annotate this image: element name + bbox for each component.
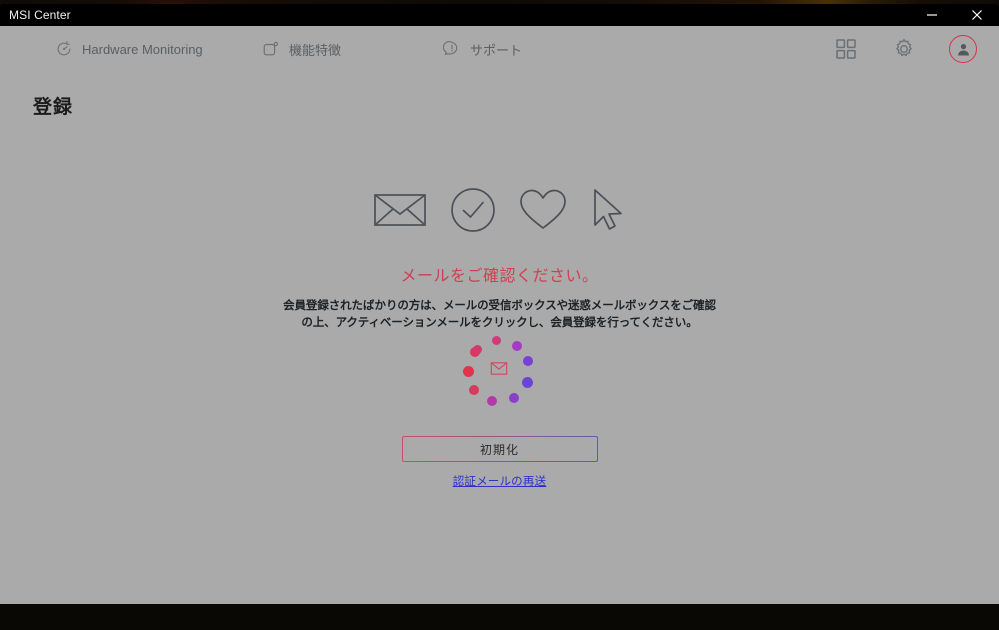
nav-label-support: サポート [470, 42, 523, 58]
reset-button-label: 初期化 [479, 442, 519, 457]
spinner-dot [491, 335, 501, 345]
spinner-dot [462, 365, 474, 377]
spinner-envelope-icon [490, 362, 508, 380]
spinner-dot [472, 344, 482, 354]
settings-button[interactable] [891, 36, 917, 62]
window-title: MSI Center [9, 8, 71, 22]
spinner-dot [511, 340, 522, 351]
close-icon [971, 10, 982, 20]
close-button[interactable] [954, 4, 999, 26]
loading-spinner [459, 331, 539, 411]
gear-icon [896, 39, 912, 57]
check-circle-icon [449, 186, 497, 234]
headline: メールをご確認ください。 [400, 268, 599, 285]
heart-icon [519, 188, 567, 232]
nav-item-features[interactable]: 機能特徴 [262, 26, 341, 72]
reset-button-label-wrap: 初期化 [402, 437, 597, 461]
spinner-dot [508, 393, 519, 404]
apps-grid-button[interactable] [833, 36, 859, 62]
spinner-dot [522, 377, 534, 389]
minimize-icon [926, 14, 937, 16]
gauge-icon [55, 40, 73, 58]
cursor-arrow-icon [589, 187, 627, 233]
speech-bubble-alert-icon [443, 40, 461, 58]
reset-button[interactable]: 初期化 [401, 436, 598, 462]
minimize-button[interactable] [909, 4, 954, 26]
spinner-dot [469, 384, 480, 395]
nav-right-actions [833, 26, 977, 72]
account-button[interactable] [949, 35, 977, 63]
nav-label-features: 機能特徴 [289, 42, 342, 58]
nav-item-support[interactable]: サポート [443, 26, 522, 72]
spinner-dot [487, 396, 498, 407]
user-avatar-icon [957, 43, 969, 55]
nav-item-hardware-monitoring[interactable]: Hardware Monitoring [55, 26, 203, 72]
illustration-row [373, 186, 627, 234]
grid-icon [836, 39, 856, 59]
top-navigation: Hardware Monitoring 機能特徴 サポート [0, 26, 999, 72]
envelope-icon [373, 188, 427, 232]
title-bar[interactable]: MSI Center [0, 4, 999, 26]
rounded-square-dot-icon [262, 40, 280, 58]
registration-content: メールをご確認ください。 会員登録されたばかりの方は、メールの受信ボックスや迷惑… [0, 186, 999, 331]
nav-label-hardware-monitoring: Hardware Monitoring [82, 41, 203, 57]
msi-center-window: MSI Center Hardware Monitoring 機能特徴 サポート… [0, 0, 999, 604]
resend-verification-link[interactable]: 認証メールの再送 [453, 473, 547, 489]
action-area: 初期化 認証メールの再送 [0, 436, 999, 489]
spinner-dot [469, 346, 480, 357]
window-body: Hardware Monitoring 機能特徴 サポート 登録 メールをご確認… [0, 26, 999, 604]
page-title: 登録 [33, 97, 74, 118]
window-controls [909, 4, 999, 26]
spinner-dot [523, 356, 534, 367]
description-text: 会員登録されたばかりの方は、メールの受信ボックスや迷惑メールボックスをご確認の上… [283, 300, 716, 329]
